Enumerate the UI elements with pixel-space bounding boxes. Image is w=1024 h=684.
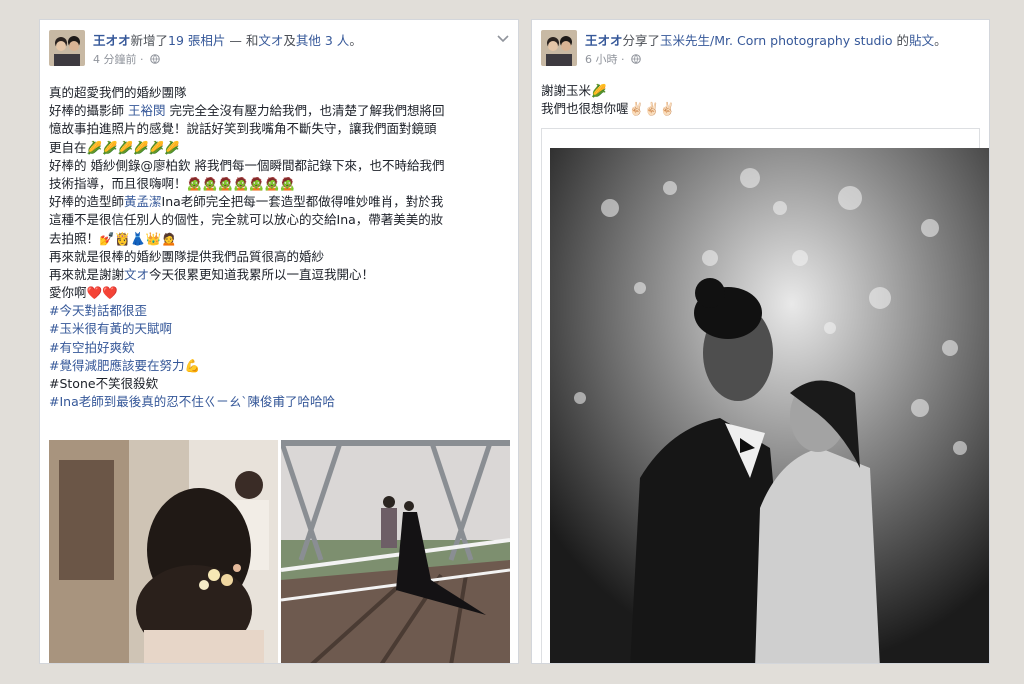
post-line: 更自在🌽🌽🌽🌽🌽🌽 — [49, 139, 444, 157]
with-text: — 和 — [225, 33, 259, 48]
meta-separator: · — [140, 53, 144, 66]
author-name[interactable]: 王オオ — [585, 33, 623, 48]
post-text: 完完全全沒有壓力給我們，也清楚了解我們想將回 — [165, 103, 445, 119]
post-line: 技術指導，而且很嗨啊！🧟🧟🧟🧟🧟🧟🧟 — [49, 175, 444, 193]
timestamp[interactable]: 4 分鐘前 — [93, 53, 137, 66]
post-line: 再來就是很棒的婚紗團隊提供我們品質很高的婚紗 — [49, 248, 444, 266]
post-line: #有空拍好爽欸 — [49, 339, 444, 357]
post-text: 技術指導，而且很嗨啊！ — [49, 175, 187, 191]
post-text: 好棒的攝影師 — [49, 103, 128, 119]
post-header: 王オオ新增了19 張相片 — 和文オ及其他 3 人。 4 分鐘前 · — [49, 30, 509, 74]
post-line: 好棒的造型師黃孟潔Ina老師完全把每一套造型都做得唯妙唯肖，對於我 — [49, 193, 444, 211]
post-text: 這種不是很信任別人的個性，完全就可以放心的交給Ina，帶著美美的妝 — [49, 212, 444, 228]
photos-link[interactable]: 19 張相片 — [168, 33, 225, 48]
post-meta: 6 小時 · — [585, 51, 641, 67]
post-photo-2[interactable] — [281, 440, 510, 663]
post-line: 真的超愛我們的婚紗團隊 — [49, 84, 444, 102]
globe-icon[interactable] — [150, 54, 160, 64]
action-text: 新增了 — [130, 33, 169, 48]
left-post-card: 王オオ新增了19 張相片 — 和文オ及其他 3 人。 4 分鐘前 · 真的超愛我… — [39, 19, 519, 664]
post-text: #Stone不笑很殺欸 — [49, 376, 159, 391]
post-photo-1[interactable] — [49, 440, 278, 663]
post-text: 好棒的 婚紗側錄@廖柏欽 將我們每一個瞬間都記錄下來，也不時給我們 — [49, 157, 445, 173]
post-text: 好棒的造型師 — [49, 194, 125, 210]
period: 。 — [349, 33, 362, 48]
hashtag-or-mention-link[interactable]: #玉米很有黃的天賦啊 — [49, 321, 172, 336]
post-body: 真的超愛我們的婚紗團隊 好棒的攝影師 王裕閔 完完全全沒有壓力給我們，也清楚了解我… — [49, 84, 444, 411]
post-line: 愛你啊❤️❤️ — [49, 284, 444, 302]
emoji-group: 💅👸👗👑🙍 — [99, 230, 177, 246]
post-text: 再來就是很棒的婚紗團隊提供我們品質很高的婚紗 — [49, 248, 325, 264]
emoji-group: 🧟🧟🧟🧟🧟🧟🧟 — [186, 175, 296, 191]
post-line: 謝謝玉米🌽 — [541, 82, 675, 100]
right-post-card: 王オオ分享了玉米先生/Mr. Corn photography studio 的… — [531, 19, 990, 664]
post-header: 王オオ分享了玉米先生/Mr. Corn photography studio 的… — [541, 30, 980, 74]
post-text: 今天很累更知道我累所以一直逗我開心！ — [149, 266, 375, 282]
post-text: Ina老師完全把每一套造型都做得唯妙唯肖，對於我 — [161, 194, 444, 210]
post-text: 再來就是謝謝 — [49, 266, 125, 282]
post-header-line: 王オオ分享了玉米先生/Mr. Corn photography studio 的… — [585, 33, 947, 49]
post-line: 再來就是謝謝文オ今天很累更知道我累所以一直逗我開心！ — [49, 266, 444, 284]
period: 。 — [934, 33, 947, 48]
avatar[interactable] — [49, 30, 85, 66]
author-name[interactable]: 王オオ — [93, 33, 131, 48]
action-text: 分享了 — [622, 33, 661, 48]
post-text: 憶故事拍進照片的感覺！說話好笑到我嘴角不斷失守，讓我們面對鏡頭 — [49, 121, 437, 137]
post-line: 我們也很想你喔✌🏻✌🏻✌🏻 — [541, 100, 675, 118]
hashtag-or-mention-link[interactable]: 王裕閔 — [128, 103, 166, 118]
and-text: 及 — [283, 33, 296, 48]
corn-emoji: 🌽 — [591, 83, 607, 98]
post-line: 好棒的攝影師 王裕閔 完完全全沒有壓力給我們，也清楚了解我們想將回 — [49, 102, 444, 120]
post-line: #Stone不笑很殺欸 — [49, 375, 444, 393]
post-text: 愛你啊 — [49, 285, 87, 301]
post-line: #Ina老師到最後真的忍不住ㄍㄧㄠˋ陳俊甫了哈哈哈 — [49, 393, 444, 411]
post-text: 我們也很想你喔 — [541, 101, 629, 117]
hashtag-or-mention-link[interactable]: #有空拍好爽欸 — [49, 340, 134, 355]
hashtag-or-mention-link[interactable]: #今天對話都很歪 — [49, 303, 147, 318]
others-link[interactable]: 其他 3 人 — [296, 33, 349, 48]
post-text: 謝謝玉米 — [541, 83, 592, 98]
post-line: #玉米很有黃的天賦啊 — [49, 320, 444, 338]
hashtag-or-mention-link[interactable]: 黃孟潔 — [124, 194, 162, 209]
of-text: 的 — [892, 33, 910, 48]
post-body: 謝謝玉米🌽 我們也很想你喔✌🏻✌🏻✌🏻 — [541, 82, 675, 118]
emoji-group: ❤️❤️ — [86, 285, 118, 301]
post-line: #覺得減肥應該要在努力💪 — [49, 357, 444, 375]
hashtag-or-mention-link[interactable]: 文オ — [124, 267, 149, 282]
tagged-friend[interactable]: 文オ — [258, 33, 283, 48]
post-line: 這種不是很信任別人的個性，完全就可以放心的交給Ina，帶著美美的妝 — [49, 211, 444, 229]
chevron-down-icon[interactable] — [497, 34, 509, 44]
post-line: 憶故事拍進照片的感覺！說話好笑到我嘴角不斷失守，讓我們面對鏡頭 — [49, 120, 444, 138]
post-text: 更自在 — [49, 139, 87, 155]
emoji-group: 💪 — [184, 357, 201, 373]
post-line: #今天對話都很歪 — [49, 302, 444, 320]
peace-emoji: ✌🏻✌🏻✌🏻 — [628, 101, 676, 117]
post-meta: 4 分鐘前 · — [93, 51, 160, 67]
avatar[interactable] — [541, 30, 577, 66]
post-text: 去拍照！ — [49, 230, 100, 246]
post-line: 去拍照！💅👸👗👑🙍 — [49, 230, 444, 248]
globe-icon[interactable] — [631, 54, 641, 64]
emoji-group: 🌽🌽🌽🌽🌽🌽 — [86, 139, 180, 155]
meta-separator: · — [621, 53, 625, 66]
post-text: 真的超愛我們的婚紗團隊 — [49, 85, 187, 100]
hashtag-or-mention-link[interactable]: #Ina老師到最後真的忍不住ㄍㄧㄠˋ陳俊甫了哈哈哈 — [49, 394, 335, 409]
shared-photo[interactable] — [550, 148, 989, 663]
post-header-line: 王オオ新增了19 張相片 — 和文オ及其他 3 人。 — [93, 33, 362, 49]
shared-post-link[interactable]: 貼文 — [909, 33, 934, 48]
hashtag-or-mention-link[interactable]: #覺得減肥應該要在努力 — [49, 358, 184, 373]
timestamp[interactable]: 6 小時 — [585, 53, 618, 66]
shared-page-link[interactable]: 玉米先生/Mr. Corn photography studio — [660, 33, 893, 48]
post-line: 好棒的 婚紗側錄@廖柏欽 將我們每一個瞬間都記錄下來，也不時給我們 — [49, 157, 444, 175]
